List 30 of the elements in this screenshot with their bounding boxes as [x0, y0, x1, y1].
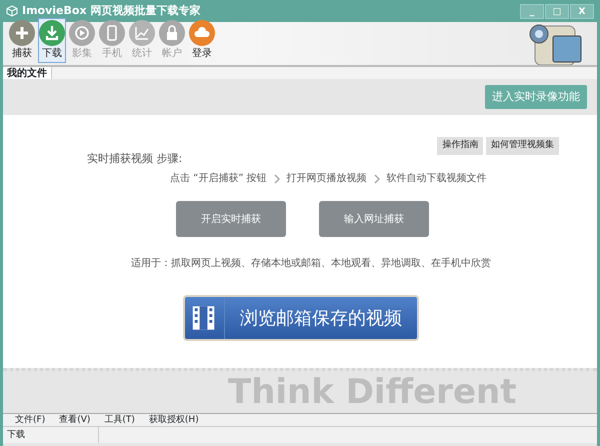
play-icon	[69, 20, 95, 46]
tab[interactable]: 我的文件	[3, 67, 52, 79]
phone-icon	[99, 20, 125, 46]
status-text: 下载	[7, 427, 99, 443]
menu-item[interactable]: 文件(F)	[15, 414, 46, 426]
window-title: ImovieBox 网页视频批量下载专家	[22, 2, 200, 19]
toolbar-button[interactable]: 下载	[38, 18, 66, 63]
menu-item[interactable]: 获取授权(H)	[148, 414, 199, 426]
help-button[interactable]: 如何管理视频集	[486, 137, 559, 154]
menu-item[interactable]: 工具(T)	[104, 414, 135, 426]
step-text: 打开网页播放视频	[286, 172, 367, 186]
action-button[interactable]: 开启实时捕获	[176, 201, 286, 237]
step-text: 点击 “开启捕获” 按钮	[170, 172, 267, 186]
chevron-icon	[274, 174, 280, 184]
browse-videos-button[interactable]: 浏览邮箱保存的视频	[183, 295, 419, 341]
help-button[interactable]: 操作指南	[437, 137, 484, 154]
chart-icon	[129, 20, 155, 46]
step-text: 软件自动下载视频文件	[386, 172, 487, 186]
action-button[interactable]: 输入网址捕获	[319, 201, 429, 237]
plus-icon	[9, 20, 35, 46]
cube-icon	[6, 5, 18, 17]
lock-icon	[159, 20, 185, 46]
steps-title: 实时捕获视频 步骤:	[87, 152, 182, 164]
download-icon	[39, 20, 65, 46]
cloud-icon	[189, 20, 215, 46]
menu-item[interactable]: 查看(V)	[59, 414, 90, 426]
toolbar-button[interactable]: 捕获	[8, 18, 36, 63]
toolbar-button[interactable]: 登录	[188, 18, 216, 63]
chevron-icon	[374, 174, 380, 184]
usage-text: 适用于：抓取网页上视频、存储本地或邮箱、本地观看、异地调取、在手机中欣赏	[131, 258, 491, 269]
